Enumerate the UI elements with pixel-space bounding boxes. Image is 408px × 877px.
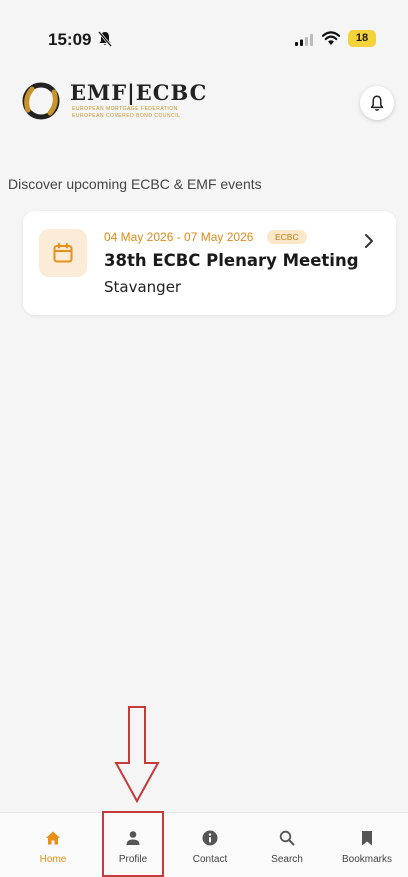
nav-search[interactable]: Search [259,813,315,877]
events-intro-text: Discover upcoming ECBC & EMF events [8,176,262,192]
bell-off-icon [98,31,112,47]
nav-contact[interactable]: Contact [180,813,240,877]
calendar-icon [53,242,73,263]
nav-home-label: Home [39,854,67,865]
nav-bookmarks-label: Bookmarks [341,854,392,865]
wifi-icon [322,31,340,45]
nav-bookmarks[interactable]: Bookmarks [333,813,401,877]
event-dates: 04 May 2026 - 07 May 2026 [104,230,254,244]
nav-home[interactable]: Home [26,813,80,877]
user-icon [126,831,140,845]
search-icon [279,830,295,846]
home-icon [46,831,60,845]
logo-title: EMF|ECBC [70,80,208,105]
logo-subtitle-emf: EUROPEAN MORTGAGE FEDERATION [72,106,178,112]
status-time: 15:09 [48,30,92,49]
bottom-nav: Home Profile Contact Search Bookmarks [0,811,408,877]
nav-profile[interactable]: Profile [102,811,164,877]
logo-subtitle-ecbc: EUROPEAN COVERED BOND COUNCIL [72,113,181,119]
event-location: Stavanger [104,278,182,296]
nav-profile-label: Profile [118,854,148,865]
logo-ring-icon [22,82,60,120]
notification-bell-icon [370,95,384,111]
event-tag-badge: ECBC [267,230,307,244]
nav-contact-label: Contact [192,854,228,865]
signal-icon [295,34,313,46]
event-icon-box [39,229,87,277]
battery-indicator: 18 [348,30,376,47]
info-icon [202,830,218,846]
notifications-button[interactable] [360,86,394,120]
status-bar: 15:09 18 [0,0,408,60]
event-card[interactable]: 04 May 2026 - 07 May 2026 ECBC 38th ECBC… [23,211,396,315]
annotation-arrow-icon [114,706,160,804]
event-title: 38th ECBC Plenary Meeting [104,251,359,270]
bookmark-icon [362,831,372,846]
nav-search-label: Search [271,854,303,865]
chevron-right-icon [365,234,373,248]
emf-ecbc-logo: EMF|ECBC EUROPEAN MORTGAGE FEDERATION EU… [20,78,240,126]
